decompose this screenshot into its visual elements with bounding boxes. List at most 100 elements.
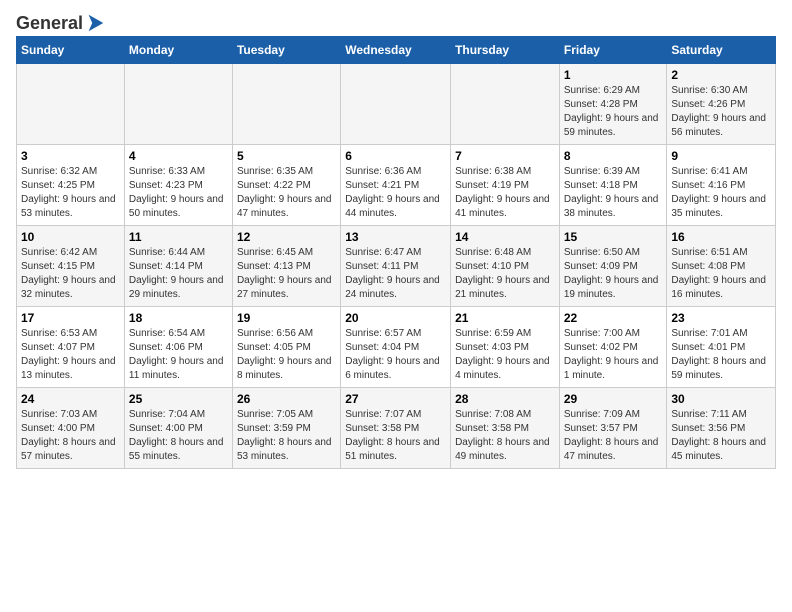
calendar-week-row: 3 Sunrise: 6:32 AM Sunset: 4:25 PM Daylig…: [17, 145, 776, 226]
day-number: 24: [21, 392, 120, 406]
day-info: Sunrise: 7:01 AM Sunset: 4:01 PM Dayligh…: [671, 327, 771, 383]
calendar-cell: 12 Sunrise: 6:45 AM Sunset: 4:13 PM Dayli…: [232, 226, 340, 307]
calendar-week-row: 17Sunrise: 6:53 AM Sunset: 4:07 PM Dayli…: [17, 307, 776, 388]
calendar-cell: 10 Sunrise: 6:42 AM Sunset: 4:15 PM Dayli…: [17, 226, 125, 307]
logo-icon: [84, 12, 106, 34]
day-number: 2: [671, 68, 771, 82]
day-info: Sunrise: 6:54 AM Sunset: 4:06 PM Dayligh…: [129, 327, 228, 383]
calendar-header-wednesday: Wednesday: [341, 37, 451, 64]
day-number: 15: [564, 230, 663, 244]
calendar-cell: 23 Sunrise: 7:01 AM Sunset: 4:01 PM Dayli…: [667, 307, 776, 388]
day-info: Sunrise: 6:32 AM Sunset: 4:25 PM Dayligh…: [21, 165, 120, 221]
day-info: Sunrise: 6:38 AM Sunset: 4:19 PM Dayligh…: [455, 165, 555, 221]
day-info: Sunrise: 6:36 AM Sunset: 4:21 PM Dayligh…: [345, 165, 446, 221]
calendar-header-tuesday: Tuesday: [232, 37, 340, 64]
calendar-cell: [124, 64, 232, 145]
day-number: 17: [21, 311, 120, 325]
calendar-cell: 14 Sunrise: 6:48 AM Sunset: 4:10 PM Dayli…: [451, 226, 560, 307]
calendar-table: SundayMondayTuesdayWednesdayThursdayFrid…: [16, 36, 776, 469]
day-number: 4: [129, 149, 228, 163]
calendar-cell: 22Sunrise: 7:00 AM Sunset: 4:02 PM Dayli…: [559, 307, 667, 388]
calendar-cell: 6 Sunrise: 6:36 AM Sunset: 4:21 PM Daylig…: [341, 145, 451, 226]
day-number: 28: [455, 392, 555, 406]
calendar-cell: 17Sunrise: 6:53 AM Sunset: 4:07 PM Dayli…: [17, 307, 125, 388]
day-number: 8: [564, 149, 663, 163]
day-number: 7: [455, 149, 555, 163]
calendar-header-friday: Friday: [559, 37, 667, 64]
day-info: Sunrise: 6:57 AM Sunset: 4:04 PM Dayligh…: [345, 327, 446, 383]
calendar-cell: 9Sunrise: 6:41 AM Sunset: 4:16 PM Daylig…: [667, 145, 776, 226]
calendar-body: 1Sunrise: 6:29 AM Sunset: 4:28 PM Daylig…: [17, 64, 776, 469]
calendar-week-row: 24Sunrise: 7:03 AM Sunset: 4:00 PM Dayli…: [17, 388, 776, 469]
day-info: Sunrise: 6:50 AM Sunset: 4:09 PM Dayligh…: [564, 246, 663, 302]
calendar-header-sunday: Sunday: [17, 37, 125, 64]
calendar-cell: 24Sunrise: 7:03 AM Sunset: 4:00 PM Dayli…: [17, 388, 125, 469]
calendar-cell: 16 Sunrise: 6:51 AM Sunset: 4:08 PM Dayli…: [667, 226, 776, 307]
day-info: Sunrise: 6:30 AM Sunset: 4:26 PM Dayligh…: [671, 84, 771, 140]
day-info: Sunrise: 7:04 AM Sunset: 4:00 PM Dayligh…: [129, 408, 228, 464]
calendar-cell: 26Sunrise: 7:05 AM Sunset: 3:59 PM Dayli…: [232, 388, 340, 469]
calendar-cell: 3 Sunrise: 6:32 AM Sunset: 4:25 PM Daylig…: [17, 145, 125, 226]
calendar-cell: 11 Sunrise: 6:44 AM Sunset: 4:14 PM Dayli…: [124, 226, 232, 307]
calendar-cell: [451, 64, 560, 145]
day-number: 16: [671, 230, 771, 244]
day-info: Sunrise: 7:05 AM Sunset: 3:59 PM Dayligh…: [237, 408, 336, 464]
calendar-cell: 5 Sunrise: 6:35 AM Sunset: 4:22 PM Daylig…: [232, 145, 340, 226]
calendar-cell: 28 Sunrise: 7:08 AM Sunset: 3:58 PM Dayli…: [451, 388, 560, 469]
day-info: Sunrise: 6:42 AM Sunset: 4:15 PM Dayligh…: [21, 246, 120, 302]
calendar-cell: 2 Sunrise: 6:30 AM Sunset: 4:26 PM Daylig…: [667, 64, 776, 145]
day-info: Sunrise: 6:47 AM Sunset: 4:11 PM Dayligh…: [345, 246, 446, 302]
day-info: Sunrise: 6:48 AM Sunset: 4:10 PM Dayligh…: [455, 246, 555, 302]
day-info: Sunrise: 6:45 AM Sunset: 4:13 PM Dayligh…: [237, 246, 336, 302]
day-info: Sunrise: 6:39 AM Sunset: 4:18 PM Dayligh…: [564, 165, 663, 221]
calendar-cell: 8 Sunrise: 6:39 AM Sunset: 4:18 PM Daylig…: [559, 145, 667, 226]
day-number: 10: [21, 230, 120, 244]
day-info: Sunrise: 6:33 AM Sunset: 4:23 PM Dayligh…: [129, 165, 228, 221]
calendar-cell: 15 Sunrise: 6:50 AM Sunset: 4:09 PM Dayli…: [559, 226, 667, 307]
day-info: Sunrise: 7:09 AM Sunset: 3:57 PM Dayligh…: [564, 408, 663, 464]
calendar-cell: 30Sunrise: 7:11 AM Sunset: 3:56 PM Dayli…: [667, 388, 776, 469]
calendar-cell: [232, 64, 340, 145]
day-number: 18: [129, 311, 228, 325]
calendar-cell: 20Sunrise: 6:57 AM Sunset: 4:04 PM Dayli…: [341, 307, 451, 388]
calendar-cell: 4 Sunrise: 6:33 AM Sunset: 4:23 PM Daylig…: [124, 145, 232, 226]
calendar-header-row: SundayMondayTuesdayWednesdayThursdayFrid…: [17, 37, 776, 64]
day-number: 23: [671, 311, 771, 325]
calendar-week-row: 10 Sunrise: 6:42 AM Sunset: 4:15 PM Dayli…: [17, 226, 776, 307]
day-number: 19: [237, 311, 336, 325]
day-number: 25: [129, 392, 228, 406]
day-info: Sunrise: 6:29 AM Sunset: 4:28 PM Dayligh…: [564, 84, 663, 140]
calendar-cell: [17, 64, 125, 145]
day-number: 3: [21, 149, 120, 163]
calendar-cell: 27Sunrise: 7:07 AM Sunset: 3:58 PM Dayli…: [341, 388, 451, 469]
calendar-cell: 13 Sunrise: 6:47 AM Sunset: 4:11 PM Dayli…: [341, 226, 451, 307]
day-number: 6: [345, 149, 446, 163]
calendar-week-row: 1Sunrise: 6:29 AM Sunset: 4:28 PM Daylig…: [17, 64, 776, 145]
day-info: Sunrise: 6:56 AM Sunset: 4:05 PM Dayligh…: [237, 327, 336, 383]
calendar-cell: 18 Sunrise: 6:54 AM Sunset: 4:06 PM Dayli…: [124, 307, 232, 388]
calendar-header-thursday: Thursday: [451, 37, 560, 64]
calendar-cell: 29Sunrise: 7:09 AM Sunset: 3:57 PM Dayli…: [559, 388, 667, 469]
calendar-cell: 25 Sunrise: 7:04 AM Sunset: 4:00 PM Dayli…: [124, 388, 232, 469]
calendar-cell: [341, 64, 451, 145]
day-number: 9: [671, 149, 771, 163]
logo-general-text2: General: [16, 13, 83, 34]
day-number: 21: [455, 311, 555, 325]
day-info: Sunrise: 6:44 AM Sunset: 4:14 PM Dayligh…: [129, 246, 228, 302]
day-number: 12: [237, 230, 336, 244]
day-info: Sunrise: 7:08 AM Sunset: 3:58 PM Dayligh…: [455, 408, 555, 464]
day-number: 30: [671, 392, 771, 406]
day-number: 14: [455, 230, 555, 244]
day-number: 11: [129, 230, 228, 244]
day-info: Sunrise: 6:51 AM Sunset: 4:08 PM Dayligh…: [671, 246, 771, 302]
day-info: Sunrise: 6:35 AM Sunset: 4:22 PM Dayligh…: [237, 165, 336, 221]
calendar-header-saturday: Saturday: [667, 37, 776, 64]
calendar-header-monday: Monday: [124, 37, 232, 64]
calendar-cell: 19 Sunrise: 6:56 AM Sunset: 4:05 PM Dayli…: [232, 307, 340, 388]
page-header: General: [16, 16, 776, 28]
day-number: 13: [345, 230, 446, 244]
day-info: Sunrise: 7:07 AM Sunset: 3:58 PM Dayligh…: [345, 408, 446, 464]
day-number: 5: [237, 149, 336, 163]
calendar-cell: 1Sunrise: 6:29 AM Sunset: 4:28 PM Daylig…: [559, 64, 667, 145]
logo: General: [16, 16, 107, 28]
